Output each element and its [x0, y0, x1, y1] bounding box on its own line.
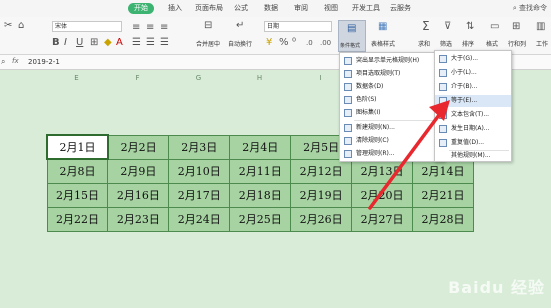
watermark: Baidu 经验: [448, 278, 545, 297]
pointer-arrow-icon: [368, 100, 450, 210]
